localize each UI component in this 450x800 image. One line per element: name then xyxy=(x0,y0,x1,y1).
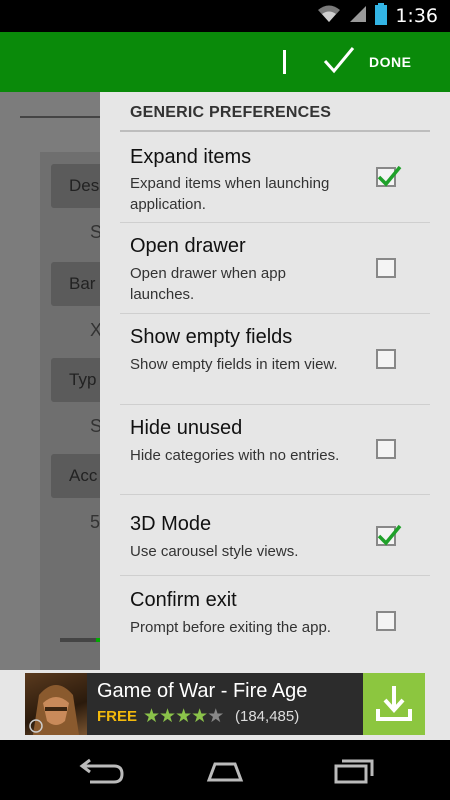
ad-app-icon xyxy=(25,673,87,735)
battery-icon xyxy=(375,2,388,30)
pref-summary: Use carousel style views. xyxy=(130,543,299,560)
ad-rating: ★★★★★ xyxy=(143,705,224,728)
pref-summary: Open drawer when app launches. xyxy=(130,265,286,303)
recents-icon xyxy=(334,759,374,784)
pref-3d-mode[interactable]: 3D Mode Use carousel style views. xyxy=(120,495,430,576)
pref-summary: Prompt before exiting the app. xyxy=(130,619,331,636)
confirm-exit-checkbox[interactable] xyxy=(376,611,396,631)
back-button[interactable] xyxy=(70,752,130,788)
field-value: 5 xyxy=(90,512,101,532)
pref-title: Hide unused xyxy=(130,417,243,439)
clock: 1:36 xyxy=(395,5,438,27)
pref-title: Open drawer xyxy=(130,235,246,257)
done-button[interactable]: DONE xyxy=(323,44,411,80)
action-bar-divider xyxy=(283,50,286,74)
3d-mode-checkbox[interactable] xyxy=(376,524,402,546)
pref-summary: Expand items when launching application. xyxy=(130,175,330,213)
hide-unused-checkbox[interactable] xyxy=(376,439,396,459)
recents-button[interactable] xyxy=(322,752,382,788)
divider xyxy=(20,116,100,118)
pref-confirm-exit[interactable]: Confirm exit Prompt before exiting the a… xyxy=(120,576,430,670)
pref-expand-items[interactable]: Expand items Expand items when launching… xyxy=(120,132,430,223)
expand-items-checkbox[interactable] xyxy=(376,165,402,187)
pref-open-drawer[interactable]: Open drawer Open drawer when app launche… xyxy=(120,223,430,314)
pref-summary: Hide categories with no entries. xyxy=(130,447,340,464)
download-icon xyxy=(376,686,412,721)
home-button[interactable] xyxy=(195,752,255,788)
ad-title: Game of War - Fire Age xyxy=(97,680,308,702)
pref-summary: Show empty fields in item view. xyxy=(130,356,338,373)
wifi-icon xyxy=(317,4,341,29)
section-title: GENERIC PREFERENCES xyxy=(130,104,332,121)
pref-title: Show empty fields xyxy=(130,326,293,348)
star-icon: ★ xyxy=(207,706,224,727)
back-icon xyxy=(79,758,124,784)
cell-signal-icon xyxy=(349,5,367,28)
scroll-indicator xyxy=(60,638,100,642)
pref-show-empty-fields[interactable]: Show empty fields Show empty fields in i… xyxy=(120,314,430,405)
status-bar: 1:36 xyxy=(0,0,450,32)
star-icon: ★ xyxy=(175,706,192,727)
pref-title: 3D Mode xyxy=(130,513,212,535)
done-label: DONE xyxy=(369,54,412,70)
star-icon: ★ xyxy=(191,706,208,727)
ad-download-button[interactable] xyxy=(363,673,425,735)
ad-banner[interactable]: Game of War - Fire Age FREE ★★★★★ (184,4… xyxy=(25,673,425,735)
home-icon xyxy=(206,762,244,782)
check-icon xyxy=(377,165,402,187)
check-icon xyxy=(323,46,355,79)
preferences-drawer: GENERIC PREFERENCES Expand items Expand … xyxy=(100,92,450,670)
pref-title: Expand items xyxy=(130,146,252,168)
navigation-bar xyxy=(0,740,450,800)
ad-review-count: (184,485) xyxy=(235,708,300,725)
open-drawer-checkbox[interactable] xyxy=(376,258,396,278)
action-bar: DONE xyxy=(0,32,450,92)
show-empty-fields-checkbox[interactable] xyxy=(376,349,396,369)
pref-title: Confirm exit xyxy=(130,589,237,611)
pref-hide-unused[interactable]: Hide unused Hide categories with no entr… xyxy=(120,405,430,495)
check-icon xyxy=(377,524,402,546)
star-icon: ★ xyxy=(159,706,176,727)
star-icon: ★ xyxy=(143,706,160,727)
ad-price: FREE xyxy=(97,708,138,725)
